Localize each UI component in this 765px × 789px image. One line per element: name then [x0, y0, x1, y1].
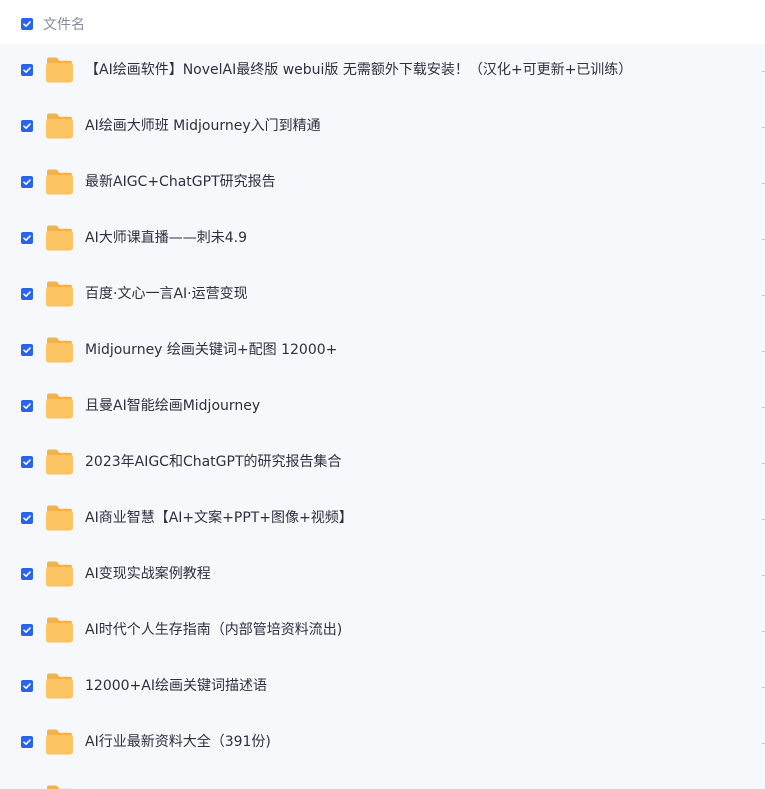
- check-icon: [23, 627, 31, 633]
- file-list: 文件名 【AI绘画软件】NovelAI最终版 webui版 无需额外下载安装！（…: [0, 0, 765, 789]
- file-name[interactable]: 【AI绘画软件】NovelAI最终版 webui版 无需额外下载安装！（汉化+可…: [85, 60, 632, 80]
- file-name[interactable]: 最新AIGC+ChatGPT研究报告: [85, 172, 276, 192]
- check-icon: [23, 235, 31, 241]
- file-row-11[interactable]: AI时代个人生存指南（内部管培资料流出): [0, 604, 765, 660]
- file-name[interactable]: AI变现实战案例教程: [85, 564, 211, 584]
- file-row-9[interactable]: AI商业智慧【AI+文案+PPT+图像+视频】: [0, 492, 765, 548]
- check-icon: [23, 571, 31, 577]
- file-name[interactable]: AI绘画大师班 Midjourney入门到精通: [85, 116, 321, 136]
- file-row-4[interactable]: AI大师课直播——刺未4.9: [0, 212, 765, 268]
- file-row-10[interactable]: AI变现实战案例教程: [0, 548, 765, 604]
- row-checkbox[interactable]: [21, 64, 33, 76]
- file-name[interactable]: AI时代个人生存指南（内部管培资料流出): [85, 620, 342, 640]
- check-icon: [23, 683, 31, 689]
- file-list-header: 文件名: [0, 0, 765, 44]
- row-checkbox[interactable]: [21, 624, 33, 636]
- file-name[interactable]: AI商业智慧【AI+文案+PPT+图像+视频】: [85, 508, 353, 528]
- folder-icon: [45, 169, 74, 195]
- check-icon: [23, 515, 31, 521]
- check-icon: [23, 347, 31, 353]
- folder-icon: [45, 449, 74, 475]
- check-icon: [23, 67, 31, 73]
- file-row-7[interactable]: 且曼AI智能绘画Midjourney: [0, 380, 765, 436]
- check-icon: [23, 21, 31, 27]
- row-checkbox[interactable]: [21, 120, 33, 132]
- row-checkbox[interactable]: [21, 288, 33, 300]
- file-name[interactable]: AI大师课直播——刺未4.9: [85, 228, 247, 248]
- row-checkbox[interactable]: [21, 736, 33, 748]
- check-icon: [23, 291, 31, 297]
- file-row-12[interactable]: 12000+AI绘画关键词描述语: [0, 660, 765, 716]
- folder-icon: [45, 729, 74, 755]
- select-all-checkbox[interactable]: [21, 18, 33, 30]
- file-row-5[interactable]: 百度·文心一言AI·运营变现: [0, 268, 765, 324]
- file-name[interactable]: 百度·文心一言AI·运营变现: [85, 284, 248, 304]
- folder-icon: [45, 673, 74, 699]
- row-checkbox[interactable]: [21, 344, 33, 356]
- check-icon: [23, 403, 31, 409]
- folder-icon: [45, 561, 74, 587]
- file-name[interactable]: Midjourney 绘画关键词+配图 12000+: [85, 340, 337, 360]
- check-icon: [23, 179, 31, 185]
- row-checkbox[interactable]: [21, 232, 33, 244]
- check-icon: [23, 739, 31, 745]
- folder-icon: [45, 113, 74, 139]
- folder-icon: [45, 337, 74, 363]
- check-icon: [23, 123, 31, 129]
- file-row-13[interactable]: AI行业最新资料大全（391份): [0, 716, 765, 772]
- file-row-14[interactable]: [0, 772, 765, 789]
- file-name[interactable]: 12000+AI绘画关键词描述语: [85, 676, 267, 696]
- folder-icon: [45, 57, 74, 83]
- folder-icon: [45, 225, 74, 251]
- folder-icon: [45, 281, 74, 307]
- file-name[interactable]: 2023年AIGC和ChatGPT的研究报告集合: [85, 452, 342, 472]
- file-row-8[interactable]: 2023年AIGC和ChatGPT的研究报告集合: [0, 436, 765, 492]
- folder-icon: [45, 785, 74, 789]
- file-row-1[interactable]: 【AI绘画软件】NovelAI最终版 webui版 无需额外下载安装！（汉化+可…: [0, 44, 765, 100]
- column-header-filename[interactable]: 文件名: [43, 15, 85, 35]
- row-checkbox[interactable]: [21, 680, 33, 692]
- file-row-3[interactable]: 最新AIGC+ChatGPT研究报告: [0, 156, 765, 212]
- row-checkbox[interactable]: [21, 512, 33, 524]
- file-rows: 【AI绘画软件】NovelAI最终版 webui版 无需额外下载安装！（汉化+可…: [0, 44, 765, 789]
- row-checkbox[interactable]: [21, 456, 33, 468]
- folder-icon: [45, 393, 74, 419]
- file-row-6[interactable]: Midjourney 绘画关键词+配图 12000+: [0, 324, 765, 380]
- folder-icon: [45, 505, 74, 531]
- row-checkbox[interactable]: [21, 400, 33, 412]
- file-name[interactable]: 且曼AI智能绘画Midjourney: [85, 396, 260, 416]
- check-icon: [23, 459, 31, 465]
- row-checkbox[interactable]: [21, 568, 33, 580]
- file-row-2[interactable]: AI绘画大师班 Midjourney入门到精通: [0, 100, 765, 156]
- folder-icon: [45, 617, 74, 643]
- file-name[interactable]: AI行业最新资料大全（391份): [85, 732, 271, 752]
- row-checkbox[interactable]: [21, 176, 33, 188]
